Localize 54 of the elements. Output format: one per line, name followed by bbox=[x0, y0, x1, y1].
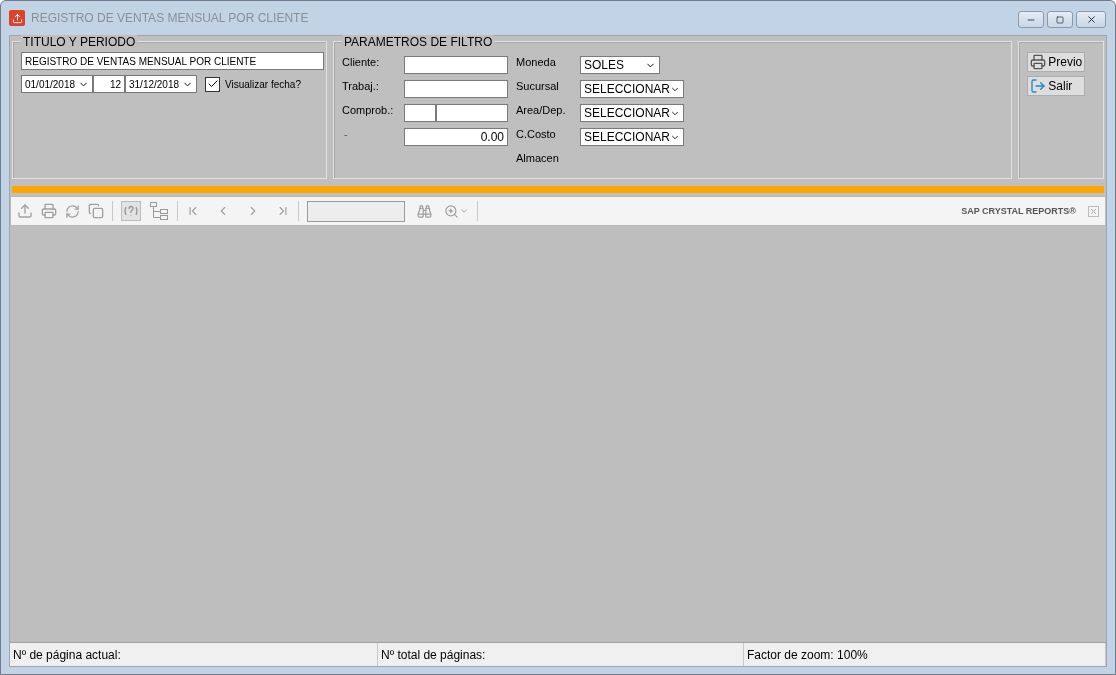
printer-icon bbox=[1030, 54, 1047, 70]
page-field[interactable] bbox=[307, 200, 405, 222]
field-label: Moneda bbox=[516, 55, 557, 68]
title-field[interactable]: REGISTRO DE VENTAS MENSUAL POR CLIENTE bbox=[21, 52, 324, 70]
field-label: Trabaj.: bbox=[342, 79, 380, 92]
exit-icon bbox=[1030, 78, 1047, 94]
status-text: Factor de zoom: 100% bbox=[744, 643, 1106, 666]
status-text: Nº de página actual: bbox=[10, 643, 378, 666]
dropdown[interactable]: SELECCIONAR bbox=[580, 104, 684, 122]
help-icon[interactable] bbox=[121, 201, 141, 221]
field-label: Almacen bbox=[516, 151, 560, 164]
close-icon[interactable] bbox=[1088, 205, 1099, 217]
field-label: Sucursal bbox=[516, 79, 560, 92]
window-title: REGISTRO DE VENTAS MENSUAL POR CLIENTE bbox=[31, 11, 310, 25]
date-picker[interactable]: 31/12/2018 bbox=[125, 75, 197, 93]
first-page-icon[interactable] bbox=[186, 204, 200, 218]
close-icon bbox=[1085, 14, 1097, 25]
dropdown[interactable]: SOLES bbox=[580, 56, 660, 74]
field-label: Cliente: bbox=[342, 55, 381, 68]
check-icon bbox=[206, 78, 219, 90]
export-icon[interactable] bbox=[17, 203, 33, 219]
status-text: Nº total de páginas: bbox=[378, 643, 744, 666]
series-field[interactable] bbox=[404, 104, 436, 122]
app-icon bbox=[9, 10, 25, 26]
field-label: C.Costo bbox=[516, 127, 557, 140]
binoculars-icon[interactable] bbox=[417, 203, 432, 219]
field-label: - bbox=[343, 127, 349, 140]
action-button[interactable]: Salir bbox=[1027, 76, 1086, 96]
number-field[interactable] bbox=[436, 104, 508, 122]
dropdown[interactable]: SELECCIONAR bbox=[580, 128, 684, 146]
maximize-button[interactable] bbox=[1047, 11, 1073, 28]
field-label: Area/Dep. bbox=[516, 103, 567, 116]
date-picker[interactable]: 01/01/2018 bbox=[21, 75, 93, 93]
action-button[interactable]: Previo bbox=[1027, 52, 1086, 72]
brand-label: SAP CRYSTAL REPORTS® bbox=[961, 206, 1076, 216]
copy-icon[interactable] bbox=[88, 203, 104, 219]
checkbox-label: Visualizar fecha? bbox=[225, 78, 301, 90]
print-icon[interactable] bbox=[41, 203, 57, 219]
minimize-button[interactable] bbox=[1018, 11, 1044, 28]
amount-field[interactable]: 0.00 bbox=[404, 128, 508, 146]
dropdown[interactable]: SELECCIONAR bbox=[580, 80, 684, 98]
maximize-icon bbox=[1056, 15, 1064, 24]
text-field[interactable] bbox=[404, 80, 508, 98]
field-label: Comprob.: bbox=[342, 103, 395, 116]
days-field[interactable]: 12 bbox=[93, 75, 125, 93]
close-button[interactable] bbox=[1076, 11, 1106, 28]
group-title: TITULO Y PERIODO bbox=[21, 35, 138, 49]
text-field[interactable] bbox=[404, 56, 508, 74]
zoom-icon[interactable] bbox=[444, 203, 469, 219]
refresh-icon[interactable] bbox=[65, 203, 80, 219]
tree-icon[interactable] bbox=[149, 201, 169, 221]
last-page-icon[interactable] bbox=[276, 204, 290, 218]
group-title: PARAMETROS DE FILTRO bbox=[342, 35, 495, 49]
checkbox[interactable] bbox=[205, 76, 220, 92]
